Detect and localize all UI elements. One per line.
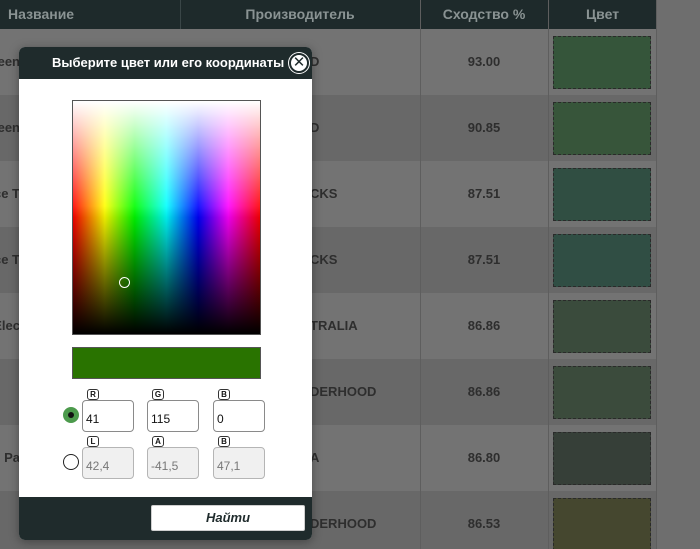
dialog-footer: Найти (19, 497, 312, 540)
color-swatch (553, 234, 651, 287)
cell-maker: DERHOOD (310, 516, 377, 531)
close-icon: ✕ (292, 54, 306, 71)
cell-similarity: 87.51 (467, 252, 501, 267)
dialog-header: Выберите цвет или его координаты ✕ (19, 47, 312, 79)
b-label: B (218, 389, 230, 400)
a-input[interactable] (147, 447, 199, 479)
column-divider (548, 0, 549, 549)
find-button[interactable]: Найти (151, 505, 305, 531)
cell-name (0, 491, 20, 549)
cell-name: ce T (0, 186, 20, 201)
cell-name: Pa (4, 450, 20, 465)
cell-maker: CKS (310, 186, 338, 201)
table-header: Название Производитель Сходство % Цвет (0, 0, 657, 29)
color-picker-dialog: Выберите цвет или его координаты ✕ R G B… (19, 47, 312, 540)
picker-cursor-handle[interactable] (119, 277, 130, 288)
lab-mode-radio[interactable] (63, 454, 79, 470)
l-label: L (87, 436, 99, 447)
cell-maker: TRALIA (310, 318, 358, 333)
cell-similarity: 86.80 (467, 450, 501, 465)
color-spectrum-picker[interactable] (72, 100, 261, 335)
r-label: R (87, 389, 99, 400)
cell-maker: DERHOOD (310, 384, 377, 399)
header-name[interactable]: Название (8, 0, 74, 29)
cell-maker: CKS (310, 252, 338, 267)
lab-b-input[interactable] (213, 447, 265, 479)
cell-name (0, 359, 20, 425)
spectrum-black-layer (73, 101, 260, 334)
g-input[interactable] (147, 400, 199, 432)
cell-similarity: 93.00 (467, 54, 501, 69)
header-maker[interactable]: Производитель (180, 0, 420, 29)
cell-similarity: 86.86 (467, 318, 501, 333)
cell-name: ce T (0, 252, 20, 267)
lab-b-label: B (218, 436, 230, 447)
color-swatch (553, 102, 651, 155)
color-swatch (553, 168, 651, 221)
g-label: G (152, 389, 164, 400)
selected-color-preview (72, 347, 261, 379)
close-button[interactable]: ✕ (289, 53, 309, 73)
cell-similarity: 90.85 (467, 120, 501, 135)
color-swatch (553, 300, 651, 353)
color-swatch (553, 36, 651, 89)
color-swatch (553, 498, 651, 549)
color-swatch (553, 366, 651, 419)
rgb-mode-radio[interactable] (63, 407, 79, 423)
cell-name: reen (0, 54, 20, 69)
column-divider (420, 0, 421, 549)
header-similarity[interactable]: Сходство % (420, 0, 548, 29)
r-input[interactable] (82, 400, 134, 432)
page-background (657, 0, 700, 549)
header-divider (180, 0, 181, 29)
cell-name: Elec (0, 318, 20, 333)
cell-name: reen (0, 120, 20, 135)
a-label: A (152, 436, 164, 447)
dialog-title: Выберите цвет или его координаты (52, 55, 285, 70)
b-input[interactable] (213, 400, 265, 432)
cell-similarity: 86.53 (467, 516, 501, 531)
header-color[interactable]: Цвет (548, 0, 657, 29)
cell-similarity: 86.86 (467, 384, 501, 399)
color-swatch (553, 432, 651, 485)
cell-similarity: 87.51 (467, 186, 501, 201)
l-input[interactable] (82, 447, 134, 479)
